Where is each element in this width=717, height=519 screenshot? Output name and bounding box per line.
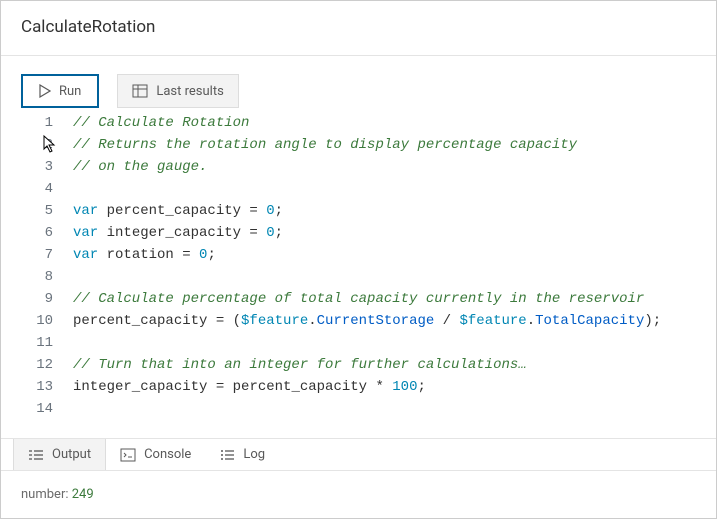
line-number: 3	[1, 156, 53, 178]
line-number: 4	[1, 178, 53, 200]
play-icon	[39, 84, 51, 98]
code-line[interactable]: // Returns the rotation angle to display…	[73, 134, 708, 156]
line-number: 5	[1, 200, 53, 222]
output-value: 249	[72, 487, 94, 502]
last-results-button[interactable]: Last results	[117, 74, 238, 108]
log-icon	[219, 448, 235, 462]
output-icon	[28, 448, 44, 462]
run-button-label: Run	[59, 84, 81, 99]
code-editor[interactable]: 1234567891011121314 // Calculate Rotatio…	[1, 107, 716, 439]
line-number: 14	[1, 398, 53, 420]
run-button[interactable]: Run	[21, 74, 99, 108]
output-type-label: number:	[21, 487, 72, 502]
line-number: 8	[1, 266, 53, 288]
line-number: 6	[1, 222, 53, 244]
code-line[interactable]: // Calculate Rotation	[73, 112, 708, 134]
console-icon	[120, 448, 136, 462]
code-line[interactable]	[73, 398, 708, 420]
line-number: 9	[1, 288, 53, 310]
code-line[interactable]: integer_capacity = percent_capacity * 10…	[73, 376, 708, 398]
code-line[interactable]: var rotation = 0;	[73, 244, 708, 266]
line-number: 12	[1, 354, 53, 376]
page-title: CalculateRotation	[21, 17, 155, 37]
tab-output[interactable]: Output	[13, 439, 106, 470]
code-line[interactable]	[73, 332, 708, 354]
tab-output-label: Output	[52, 447, 91, 462]
line-number: 7	[1, 244, 53, 266]
code-line[interactable]: // on the gauge.	[73, 156, 708, 178]
code-line[interactable]: var percent_capacity = 0;	[73, 200, 708, 222]
results-icon	[132, 84, 148, 98]
code-line[interactable]	[73, 266, 708, 288]
tab-console-label: Console	[144, 447, 191, 462]
line-number: 13	[1, 376, 53, 398]
line-number-gutter: 1234567891011121314	[1, 108, 65, 438]
expression-builder-window: CalculateRotation Run Last results 12345…	[0, 0, 717, 519]
tab-log-label: Log	[243, 447, 265, 462]
line-number: 11	[1, 332, 53, 354]
tab-log[interactable]: Log	[205, 439, 279, 470]
tab-console[interactable]: Console	[106, 439, 205, 470]
line-number: 1	[1, 112, 53, 134]
line-number: 2	[1, 134, 53, 156]
bottom-tabs: Output Console Log	[1, 439, 716, 471]
output-panel: number: 249	[1, 471, 716, 518]
code-line[interactable]: // Calculate percentage of total capacit…	[73, 288, 708, 310]
toolbar: Run Last results	[1, 56, 716, 108]
code-line[interactable]: percent_capacity = ($feature.CurrentStor…	[73, 310, 708, 332]
code-line[interactable]	[73, 178, 708, 200]
code-line[interactable]: // Turn that into an integer for further…	[73, 354, 708, 376]
code-line[interactable]: var integer_capacity = 0;	[73, 222, 708, 244]
header: CalculateRotation	[1, 1, 716, 56]
line-number: 10	[1, 310, 53, 332]
code-area[interactable]: // Calculate Rotation// Returns the rota…	[65, 108, 716, 438]
last-results-label: Last results	[156, 84, 223, 99]
